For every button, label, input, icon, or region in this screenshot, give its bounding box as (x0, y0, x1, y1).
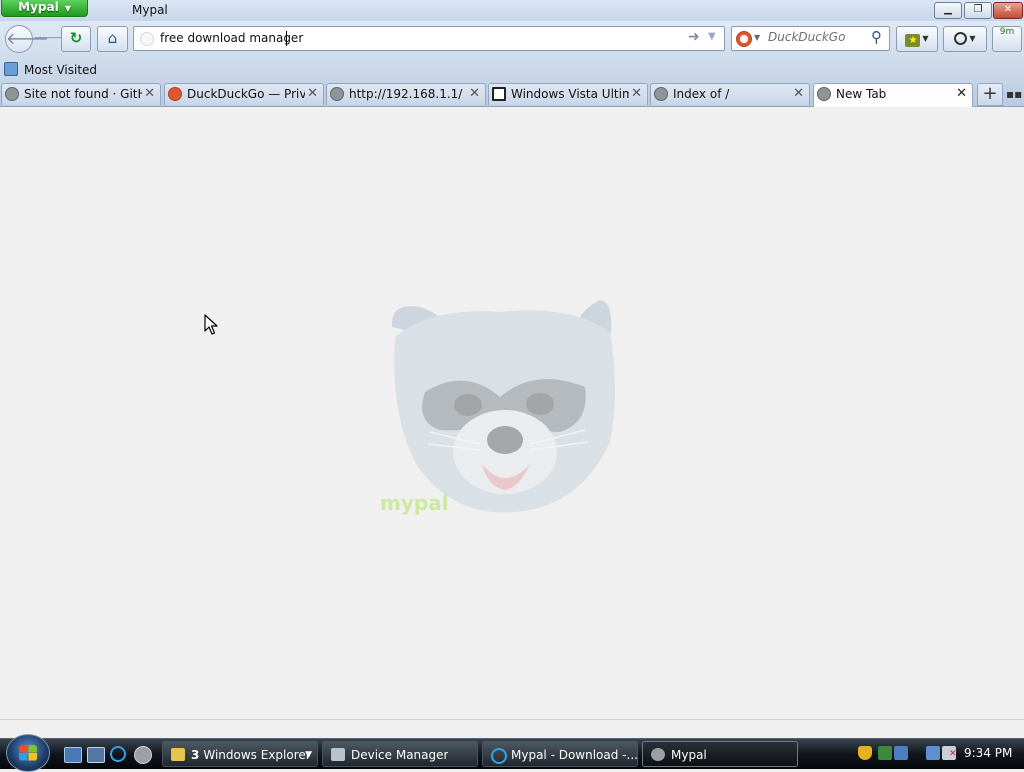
bookmarks-toolbar: Most Visited (0, 58, 1024, 82)
status-bar (0, 719, 1024, 739)
globe-icon (654, 87, 668, 101)
windows-logo-icon (19, 745, 37, 761)
tab-label: http://192.168.1.1/ (349, 87, 463, 101)
reload-icon: ↻ (69, 29, 83, 47)
tab-duckduckgo[interactable]: DuckDuckGo — Priv... ✕ (164, 83, 324, 105)
home-icon: ⌂ (107, 29, 118, 47)
folder-icon (171, 748, 185, 761)
logo-text: mypal (380, 491, 449, 515)
tab-close-icon[interactable]: ✕ (793, 86, 804, 101)
url-history-dropdown-icon[interactable]: ▼ (708, 31, 716, 42)
taskbar-button-mypal[interactable]: Mypal (642, 741, 798, 767)
globe-icon (5, 87, 19, 101)
archive-icon (492, 87, 506, 101)
switch-windows-icon[interactable] (87, 747, 105, 763)
url-bar[interactable]: ➜ ▼ (133, 26, 725, 51)
go-arrow-icon[interactable]: ➜ (688, 29, 700, 45)
tab-strip: Site not found · GitH... ✕ DuckDuckGo — … (0, 82, 1024, 107)
tab-label: Site not found · GitH... (24, 87, 142, 101)
mouse-cursor-icon (204, 314, 218, 335)
chevron-down-icon: ▼ (922, 34, 929, 43)
tab-index-of[interactable]: Index of / ✕ (650, 83, 810, 105)
close-window-button[interactable]: ✕ (993, 2, 1023, 19)
tab-windows-vista[interactable]: Windows Vista Ultim... ✕ (488, 83, 648, 105)
window-title: Mypal (132, 3, 168, 17)
device-manager-icon (331, 748, 345, 761)
internet-explorer-icon (491, 748, 507, 764)
tab-list-icon[interactable]: ▪▪ (1006, 87, 1022, 101)
taskbar: 3 Windows Explorer ▼ Device Manager Mypal… (0, 734, 1024, 772)
system-tray: 9:34 PM (852, 739, 1024, 769)
chevron-down-icon: ▼ (64, 4, 71, 13)
url-input[interactable] (160, 30, 680, 46)
taskbar-button-label: Windows Explorer (203, 748, 311, 762)
clock[interactable]: 9:34 PM (964, 746, 1012, 760)
search-icon[interactable]: ⚲ (871, 28, 882, 46)
chevron-down-icon: ▼ (969, 34, 976, 43)
title-bar: Mypal ▼ Mypal ▁ ❐ ✕ (0, 0, 1024, 21)
mypal-icon (651, 748, 665, 761)
addon-button[interactable]: 9m (992, 26, 1022, 52)
back-button[interactable]: 🡐 (5, 25, 49, 53)
taskbar-button-label: Mypal - Download -... (511, 748, 638, 762)
search-bar[interactable]: ▼ ⚲ (731, 26, 890, 51)
plus-icon: + (982, 83, 998, 104)
tab-new-tab[interactable]: New Tab ✕ (813, 83, 973, 107)
mypal-icon[interactable] (134, 746, 152, 764)
tab-close-icon[interactable]: ✕ (307, 86, 318, 101)
restore-button[interactable]: ❐ (964, 2, 992, 19)
tab-label: DuckDuckGo — Priv... (187, 87, 305, 101)
tab-label: Windows Vista Ultim... (511, 87, 629, 101)
network-icon[interactable] (894, 746, 908, 760)
security-shield-icon[interactable] (858, 746, 872, 760)
app-menu-button[interactable]: Mypal ▼ (1, 0, 88, 17)
new-tab-button[interactable]: + (977, 83, 1003, 106)
home-button[interactable]: ⌂ (97, 26, 128, 52)
bookmark-most-visited[interactable]: Most Visited (24, 63, 97, 77)
duckduckgo-icon[interactable] (736, 31, 752, 47)
app-menu-label: Mypal (18, 0, 59, 14)
search-input[interactable] (768, 30, 868, 44)
tab-router[interactable]: http://192.168.1.1/ ✕ (326, 83, 486, 105)
globe-icon (330, 87, 344, 101)
taskbar-button-windows-explorer[interactable]: 3 Windows Explorer ▼ (162, 741, 318, 767)
most-visited-icon (4, 62, 18, 76)
tab-site-not-found[interactable]: Site not found · GitH... ✕ (1, 83, 161, 105)
taskbar-button-label: Mypal (671, 748, 707, 762)
show-desktop-icon[interactable] (64, 747, 82, 763)
page-content: mypal (0, 107, 1024, 719)
taskbar-button-label: Device Manager (351, 748, 449, 762)
reload-button[interactable]: ↻ (61, 26, 91, 52)
network-connection-icon[interactable] (926, 746, 940, 760)
tab-label: Index of / (673, 87, 730, 101)
page-identity-icon[interactable] (140, 32, 154, 46)
minimize-button[interactable]: ▁ (934, 2, 962, 19)
window-count-badge: 3 (191, 748, 200, 762)
internet-explorer-icon[interactable] (110, 746, 126, 762)
navigation-toolbar: 🡐 🡒 ↻ ⌂ ➜ ▼ ▼ ⚲ ★▼ ▼ 9m (0, 21, 1024, 58)
tab-label: New Tab (836, 87, 887, 101)
bookmark-star-icon: ★ (905, 34, 921, 47)
taskbar-button-device-manager[interactable]: Device Manager (322, 741, 478, 767)
forward-button[interactable]: 🡒 (33, 29, 71, 49)
chevron-down-icon[interactable]: ▼ (754, 33, 760, 42)
safely-remove-hardware-icon[interactable] (878, 746, 892, 760)
tab-close-icon[interactable]: ✕ (956, 86, 967, 101)
duckduckgo-icon (168, 87, 182, 101)
addon-label: 9m (999, 27, 1015, 37)
globe-icon (817, 87, 831, 101)
history-menu-button[interactable]: ▼ (943, 26, 987, 52)
tab-close-icon[interactable]: ✕ (631, 86, 642, 101)
text-cursor (286, 31, 287, 46)
bookmarks-menu-button[interactable]: ★ ▼ (896, 26, 938, 52)
tab-close-icon[interactable]: ✕ (469, 86, 480, 101)
chevron-down-icon: ▼ (305, 750, 312, 760)
history-clock-icon (954, 32, 968, 45)
volume-muted-icon[interactable] (942, 746, 957, 760)
taskbar-button-mypal-download[interactable]: Mypal - Download -... (482, 741, 638, 767)
mypal-raccoon-logo: mypal (380, 300, 615, 515)
tab-close-icon[interactable]: ✕ (144, 86, 155, 101)
start-button[interactable] (6, 734, 50, 772)
